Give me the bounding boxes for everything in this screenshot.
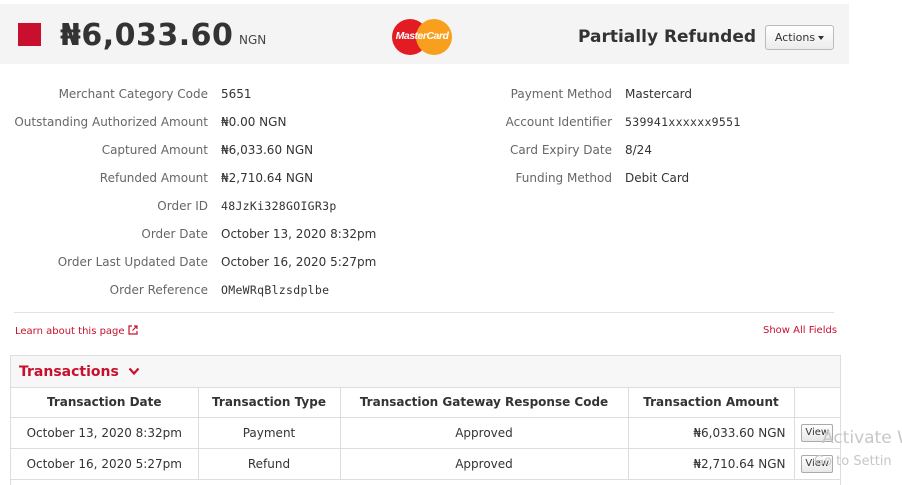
actions-button-label: Actions (774, 31, 816, 44)
value-order-date: October 13, 2020 8:32pm (221, 227, 377, 241)
order-status: Partially Refunded (578, 27, 757, 47)
value-funding-method: Debit Card (625, 171, 690, 185)
status-indicator (18, 23, 41, 46)
transactions-toggle[interactable]: Transactions (19, 364, 140, 380)
tx-amount: ₦6,033.60 NGN (628, 417, 795, 449)
col-transaction-amount: Transaction Amount (628, 388, 795, 418)
label-merchant-category-code: Merchant Category Code (58, 87, 208, 101)
order-amount: ₦6,033.60 (60, 18, 234, 53)
table-row: October 16, 2020 5:27pm Refund Approved … (11, 448, 840, 480)
learn-link-label: Learn about this page (15, 326, 125, 337)
transactions-section: Transactions Transaction Date Transactio… (10, 355, 841, 485)
value-payment-method: Mastercard (625, 87, 693, 101)
label-order-date: Order Date (141, 227, 208, 241)
value-merchant-category-code: 5651 (221, 87, 252, 101)
value-outstanding-authorized-amount: ₦0.00 NGN (221, 115, 287, 129)
table-header-row: Transaction Date Transaction Type Transa… (11, 388, 840, 418)
col-transaction-date: Transaction Date (11, 388, 199, 418)
mastercard-logo: MasterCard (392, 19, 452, 55)
value-account-identifier: 539941xxxxxx9551 (625, 115, 741, 129)
col-gateway-response-code: Transaction Gateway Response Code (340, 388, 629, 418)
label-order-last-updated-date: Order Last Updated Date (57, 255, 208, 269)
label-outstanding-authorized-amount: Outstanding Authorized Amount (14, 115, 208, 129)
label-order-reference: Order Reference (109, 283, 208, 297)
right-gutter (849, 0, 902, 485)
chevron-down-icon (128, 367, 140, 376)
label-card-expiry-date: Card Expiry Date (509, 143, 612, 157)
col-transaction-type: Transaction Type (198, 388, 341, 418)
transactions-title: Transactions (19, 364, 119, 380)
value-captured-amount: ₦6,033.60 NGN (221, 143, 314, 157)
label-refunded-amount: Refunded Amount (99, 171, 208, 185)
order-detail-panel: ₦6,033.60 NGN MasterCard Partially Refun… (0, 0, 849, 485)
external-link-icon (128, 325, 138, 335)
mastercard-logo-text: MasterCard (395, 30, 449, 42)
order-currency: NGN (239, 33, 267, 47)
show-all-fields-link[interactable]: Show All Fields (763, 325, 837, 336)
transactions-table: Transaction Date Transaction Type Transa… (11, 388, 840, 480)
tx-type: Payment (198, 417, 341, 449)
value-card-expiry-date: 8/24 (625, 143, 652, 157)
tx-date: October 16, 2020 5:27pm (11, 448, 199, 480)
transactions-header: Transactions (11, 356, 840, 388)
tx-response-code: Approved (340, 448, 629, 480)
activate-windows-watermark: Activate W (822, 428, 902, 448)
activate-windows-subtext: Go to Settin (814, 454, 892, 469)
tx-type: Refund (198, 448, 341, 480)
section-divider (14, 312, 834, 313)
label-captured-amount: Captured Amount (101, 143, 208, 157)
col-actions (794, 388, 840, 418)
value-order-last-updated-date: October 16, 2020 5:27pm (221, 255, 377, 269)
actions-button[interactable]: Actions (765, 25, 834, 50)
label-order-id: Order ID (157, 199, 208, 213)
order-header: ₦6,033.60 NGN MasterCard Partially Refun… (0, 4, 849, 64)
tx-amount: ₦2,710.64 NGN (628, 448, 795, 480)
learn-about-page-link[interactable]: Learn about this page (15, 325, 138, 337)
tx-date: October 13, 2020 8:32pm (11, 417, 199, 449)
caret-down-icon (818, 36, 825, 40)
value-order-id: 48JzKi328GOIGR3p (221, 199, 337, 213)
tx-response-code: Approved (340, 417, 629, 449)
label-funding-method: Funding Method (515, 171, 612, 185)
value-order-reference: OMeWRqBlzsdplbe (221, 283, 330, 297)
label-account-identifier: Account Identifier (505, 115, 612, 129)
value-refunded-amount: ₦2,710.64 NGN (221, 171, 314, 185)
table-row: October 13, 2020 8:32pm Payment Approved… (11, 417, 840, 449)
label-payment-method: Payment Method (510, 87, 612, 101)
